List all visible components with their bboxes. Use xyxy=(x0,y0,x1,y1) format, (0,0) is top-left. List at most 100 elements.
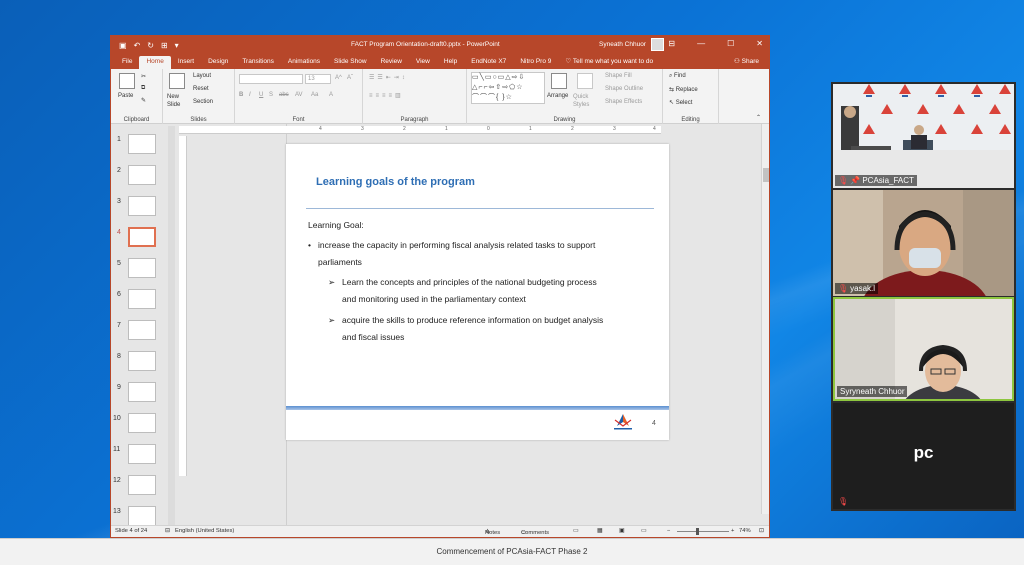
tab-view[interactable]: View xyxy=(409,56,437,69)
slide-thumbnail-8[interactable] xyxy=(128,351,156,371)
language-indicator[interactable]: English (United States) xyxy=(175,528,234,534)
shadow-button[interactable]: S xyxy=(269,92,273,98)
user-avatar[interactable] xyxy=(651,38,664,51)
zoom-in-icon[interactable]: + xyxy=(731,528,734,534)
video-tile-2[interactable]: 🎙 yasak.l xyxy=(833,190,1014,296)
paste-icon[interactable] xyxy=(119,73,135,89)
slide-thumbnail-2[interactable] xyxy=(128,165,156,185)
tab-animations[interactable]: Animations xyxy=(281,56,327,69)
customize-qat-icon[interactable]: ▾ xyxy=(175,41,179,50)
sub-bullet-text[interactable]: acquire the skills to produce reference … xyxy=(342,312,603,329)
tab-endnote[interactable]: EndNote X7 xyxy=(464,56,513,69)
collapse-ribbon-icon[interactable]: ⌃ xyxy=(756,114,761,121)
tab-insert[interactable]: Insert xyxy=(171,56,201,69)
close-button[interactable]: ✕ xyxy=(756,39,763,48)
slide-thumbnail-6[interactable] xyxy=(128,289,156,309)
tab-help[interactable]: Help xyxy=(437,56,464,69)
font-size-box[interactable]: 13 xyxy=(305,74,331,84)
font-color-button[interactable]: A xyxy=(329,92,333,98)
redo-icon[interactable]: ↻ xyxy=(147,41,154,50)
font-name-box[interactable] xyxy=(239,74,303,84)
user-name[interactable]: Syneath Chhuor xyxy=(599,41,646,48)
scroll-thumb[interactable] xyxy=(763,168,769,182)
thumbnail-scrollbar[interactable] xyxy=(168,126,175,526)
share-button[interactable]: ⚇ Share xyxy=(734,57,759,65)
align-buttons-icon[interactable]: ≡≡≡≡▥ xyxy=(369,92,404,99)
zoom-out-icon[interactable]: − xyxy=(667,528,670,534)
find-button[interactable]: ⌕ Find xyxy=(669,73,686,80)
sub-bullet-text[interactable]: Learn the concepts and principles of the… xyxy=(342,274,597,291)
undo-icon[interactable]: ↶ xyxy=(134,41,141,50)
shape-outline-button[interactable]: Shape Outline xyxy=(605,86,643,92)
cut-icon[interactable]: ✂ xyxy=(141,73,146,80)
shape-effects-button[interactable]: Shape Effects xyxy=(605,99,642,105)
slideshow-icon[interactable]: ▭ xyxy=(641,528,646,534)
slide-thumbnail-9[interactable] xyxy=(128,382,156,402)
new-slide-button[interactable]: New Slide xyxy=(167,93,189,109)
slide-thumbnail-4[interactable] xyxy=(128,227,156,247)
increase-font-icon[interactable]: A^ xyxy=(335,75,342,81)
slide-thumbnail-1[interactable] xyxy=(128,134,156,154)
tab-design[interactable]: Design xyxy=(201,56,235,69)
normal-view-icon[interactable]: ▭ xyxy=(573,528,578,534)
shapes-gallery[interactable]: ▭╲▭○▭△⇨⇩ △⌐⌐⇦⇧⇨⬠☆ ⌒⌒⌒{ }☆ xyxy=(471,72,545,104)
paste-button[interactable]: Paste xyxy=(118,93,133,99)
slide-thumbnail-5[interactable] xyxy=(128,258,156,278)
learning-goal-heading[interactable]: Learning Goal: xyxy=(308,217,364,234)
slide-thumbnail-10[interactable] xyxy=(128,413,156,433)
bullet-text[interactable]: increase the capacity in performing fisc… xyxy=(318,237,595,254)
maximize-button[interactable]: ☐ xyxy=(727,39,734,48)
reset-button[interactable]: Reset xyxy=(193,86,209,92)
change-case-button[interactable]: Aa xyxy=(311,92,318,98)
spelling-icon[interactable]: ⊟ xyxy=(165,528,170,534)
arrange-button[interactable]: Arrange xyxy=(547,93,568,99)
slide-thumbnail-12[interactable] xyxy=(128,475,156,495)
arrange-icon[interactable] xyxy=(551,73,567,89)
slide-title[interactable]: Learning goals of the program xyxy=(316,176,475,188)
zoom-slider[interactable] xyxy=(677,531,729,532)
list-buttons-icon[interactable]: ☰☰⇤⇥↕ xyxy=(369,74,408,81)
tab-slide-show[interactable]: Slide Show xyxy=(327,56,374,69)
sub-bullet-text-cont[interactable]: and monitoring used in the parliamentary… xyxy=(342,291,526,308)
zoom-level[interactable]: 74% xyxy=(739,528,751,534)
bold-button[interactable]: B xyxy=(239,92,243,98)
zoom-knob[interactable] xyxy=(696,528,699,535)
layout-button[interactable]: Layout xyxy=(193,73,211,79)
slide-thumbnail-11[interactable] xyxy=(128,444,156,464)
italic-button[interactable]: I xyxy=(249,92,251,98)
copy-icon[interactable]: ⧉ xyxy=(141,85,145,92)
tab-nitro[interactable]: Nitro Pro 9 xyxy=(513,56,558,69)
fit-slide-icon[interactable]: ⊡ xyxy=(759,528,764,534)
decrease-font-icon[interactable]: Aˇ xyxy=(347,75,353,81)
format-painter-icon[interactable]: ✎ xyxy=(141,97,146,104)
tab-transitions[interactable]: Transitions xyxy=(235,56,281,69)
section-button[interactable]: Section xyxy=(193,99,213,105)
sub-bullet-text-cont[interactable]: and fiscal issues xyxy=(342,329,404,346)
reading-view-icon[interactable]: ▣ xyxy=(619,528,624,534)
quick-styles-icon[interactable] xyxy=(577,73,593,89)
slide-thumbnail-7[interactable] xyxy=(128,320,156,340)
slide-scrollbar[interactable] xyxy=(761,124,769,514)
bullet-text-cont[interactable]: parliaments xyxy=(318,254,362,271)
tab-file[interactable]: File xyxy=(115,56,139,69)
tab-home[interactable]: Home xyxy=(139,56,171,69)
video-tile-3-active-speaker[interactable]: Syryneath Chhuor xyxy=(833,297,1014,401)
tell-me-search[interactable]: ♡ Tell me what you want to do xyxy=(558,55,660,69)
minimize-button[interactable]: — xyxy=(697,39,705,48)
quick-styles-button[interactable]: Quick Styles xyxy=(573,93,599,109)
video-tile-4[interactable]: pc 🎙 xyxy=(833,403,1014,509)
strikethrough-button[interactable]: abc xyxy=(279,92,289,98)
ribbon-display-options-icon[interactable]: ⊟ xyxy=(668,39,675,48)
replace-button[interactable]: ⇆ Replace xyxy=(669,86,698,93)
video-tile-1[interactable]: 🎙 📌 PCAsia_FACT xyxy=(833,84,1014,188)
slide-thumbnail-3[interactable] xyxy=(128,196,156,216)
slide-thumbnail-13[interactable] xyxy=(128,506,156,526)
select-button[interactable]: ↖ Select xyxy=(669,99,692,106)
save-icon[interactable]: ▣ xyxy=(119,41,127,50)
char-spacing-button[interactable]: AV xyxy=(295,92,303,98)
underline-button[interactable]: U xyxy=(259,92,263,98)
shape-fill-button[interactable]: Shape Fill xyxy=(605,73,632,79)
tab-review[interactable]: Review xyxy=(374,56,409,69)
start-from-beginning-icon[interactable]: ⊞ xyxy=(161,41,168,50)
slide-canvas[interactable]: Learning goals of the program Learning G… xyxy=(286,144,669,440)
